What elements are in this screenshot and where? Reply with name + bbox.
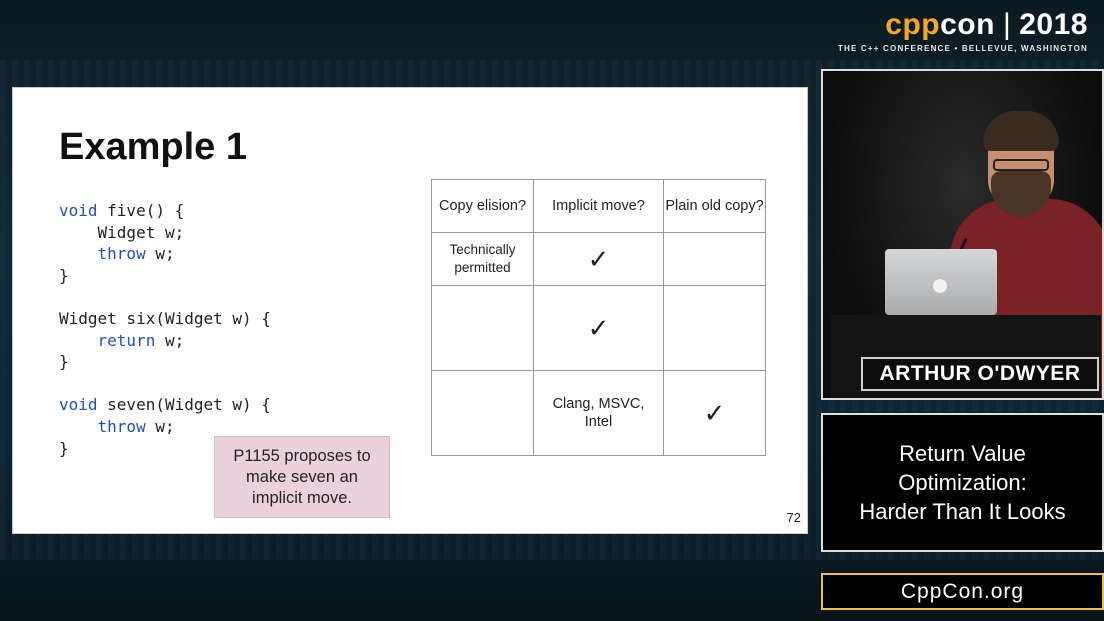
talk-title-line: Optimization: <box>898 470 1027 495</box>
glasses-icon <box>993 159 1049 171</box>
comparison-table: Copy elision? Implicit move? Plain old c… <box>431 179 766 456</box>
talk-title: Return Value Optimization: Harder Than I… <box>859 439 1065 526</box>
table-row: ✓ <box>431 285 766 371</box>
logo-cpp: cpp <box>885 8 941 41</box>
table-cell <box>663 232 766 286</box>
talk-title-box: Return Value Optimization: Harder Than I… <box>821 413 1104 552</box>
table-header-cell: Plain old copy? <box>663 179 766 233</box>
table-cell: Technically permitted <box>431 232 534 286</box>
check-icon: ✓ <box>663 370 766 456</box>
cppcon-logo: cppcon | 2018 THE C++ CONFERENCE • BELLEVU… <box>838 8 1088 53</box>
slide-title: Example 1 <box>59 126 247 168</box>
talk-title-line: Harder Than It Looks <box>859 499 1066 524</box>
table-header-cell: Copy elision? <box>431 179 534 233</box>
check-icon: ✓ <box>533 232 664 286</box>
table-row: Clang, MSVC, Intel ✓ <box>431 370 766 456</box>
logo-con: con <box>940 8 995 41</box>
table-cell <box>663 285 766 371</box>
speaker-video: ARTHUR O'DWYER <box>821 69 1104 400</box>
site-url: CppCon.org <box>821 573 1104 610</box>
table-cell <box>431 370 534 456</box>
check-icon: ✓ <box>533 285 664 371</box>
talk-title-line: Return Value <box>899 441 1026 466</box>
slide-page-number: 72 <box>786 510 801 525</box>
table-cell: Clang, MSVC, Intel <box>533 370 664 456</box>
logo-tagline: THE C++ CONFERENCE • BELLEVUE, WASHINGTO… <box>837 44 1088 53</box>
speaker-name-plate: ARTHUR O'DWYER <box>861 357 1099 391</box>
table-row: Technically permitted ✓ <box>431 232 766 286</box>
table-cell <box>431 285 534 371</box>
apple-logo-icon <box>933 279 947 293</box>
presentation-slide: Example 1 void five() { Widget w; throw … <box>12 87 808 534</box>
code-block: void five() { Widget w; throw w; } Widge… <box>59 201 271 458</box>
logo-year: 2018 <box>1019 8 1088 41</box>
table-header-cell: Implicit move? <box>533 179 664 233</box>
speaker-hair <box>983 111 1059 151</box>
table-header-row: Copy elision? Implicit move? Plain old c… <box>431 179 766 233</box>
logo-separator: | <box>1002 8 1012 41</box>
proposal-note: P1155 proposes to make seven an implicit… <box>214 436 390 518</box>
